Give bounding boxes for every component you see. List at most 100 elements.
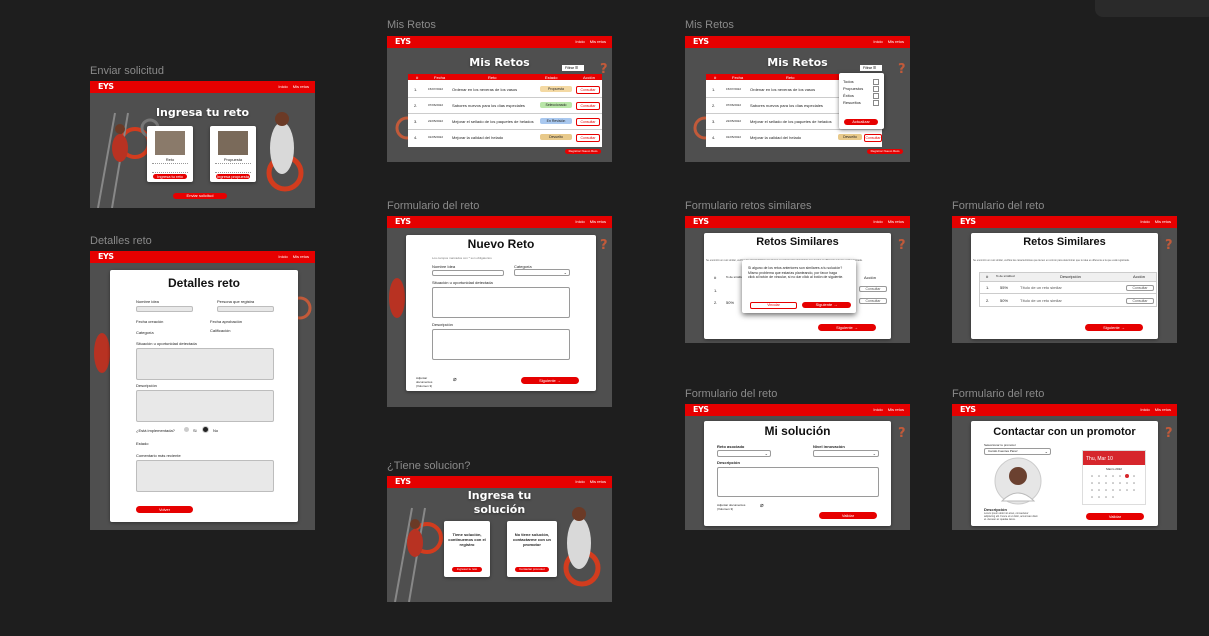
ingresa-reto-button[interactable]: Ingresa tu reto: [153, 174, 187, 179]
siguiente-button[interactable]: Siguiente →: [521, 377, 579, 384]
frame-nuevo-reto[interactable]: ? EYS Inicio Mis retos Nuevo Reto Los cam…: [387, 216, 612, 407]
nav-mis-retos-link[interactable]: Mis retos: [293, 84, 309, 89]
eys-logo[interactable]: EYS: [98, 252, 114, 261]
no-tiene-solucion-card[interactable]: No tiene solución, contactarme con un pr…: [507, 521, 557, 577]
consultar-button[interactable]: Consultar: [1126, 298, 1154, 304]
categoria-select[interactable]: ⌄: [514, 269, 570, 276]
reto-card[interactable]: Reto Ingresa tu reto: [147, 126, 193, 182]
eys-logo[interactable]: EYS: [693, 405, 709, 414]
filtrar-button[interactable]: Filtrar ☰: [860, 65, 882, 71]
situacion-textarea[interactable]: [432, 287, 570, 318]
frame-label-tiene-solucion[interactable]: ¿Tiene solucion?: [387, 460, 470, 472]
nav-mis-retos-link[interactable]: Mis retos: [590, 39, 606, 44]
reto-asociado-select[interactable]: ⌄: [717, 450, 771, 457]
frame-tiene-solucion[interactable]: EYS Inicio Mis retos Ingresa tu solución …: [387, 476, 612, 602]
paperclip-icon[interactable]: ⌀: [760, 502, 764, 509]
nav-inicio-link[interactable]: Inicio: [1140, 219, 1149, 224]
consultar-button[interactable]: Consultar: [576, 102, 600, 110]
enviar-solicitud-button[interactable]: Enviar solicitud: [173, 193, 227, 199]
ingresa-propuesta-button[interactable]: Ingresa propuesta: [216, 174, 250, 179]
nav-mis-retos-link[interactable]: Mis retos: [293, 254, 309, 259]
nav-inicio-link[interactable]: Inicio: [575, 219, 584, 224]
eys-logo[interactable]: EYS: [960, 405, 976, 414]
frame-mi-solucion[interactable]: ? EYS Inicio Mis retos Mi solución Reto a…: [685, 404, 910, 530]
filter-option-resueltos[interactable]: Resueltos: [843, 100, 861, 105]
checkbox[interactable]: [873, 86, 879, 92]
registrar-reto-button[interactable]: Registrar Nuevo Reto: [565, 149, 601, 154]
siguiente-button[interactable]: Siguiente →: [818, 324, 876, 331]
nav-inicio-link[interactable]: Inicio: [278, 254, 287, 259]
propuesta-card[interactable]: Propuesta Ingresa propuesta: [210, 126, 256, 182]
consultar-button[interactable]: Consultar: [576, 118, 600, 126]
no-radio[interactable]: [203, 427, 208, 432]
frame-retos-similares[interactable]: ? EYS Inicio Mis retos Retos Similares Se…: [952, 216, 1177, 343]
frame-enviar-solicitud[interactable]: EYS Inicio Mis retos Ingresa tu reto Reto…: [90, 81, 315, 208]
validar-button[interactable]: Validar: [819, 512, 877, 519]
eys-logo[interactable]: EYS: [395, 477, 411, 486]
descripcion-textarea[interactable]: [432, 329, 570, 360]
frame-label-formulario-1[interactable]: Formulario del reto: [387, 200, 479, 212]
nav-inicio-link[interactable]: Inicio: [575, 479, 584, 484]
frame-mis-retos-2[interactable]: ? EYS Inicio Mis retos Mis Retos # Fecha …: [685, 36, 910, 162]
nombre-idea-input[interactable]: [432, 270, 504, 276]
filtrar-button[interactable]: Filtrar ☰: [562, 65, 584, 71]
calendar-grid[interactable]: [1089, 473, 1139, 501]
consultar-button[interactable]: Consultar: [576, 134, 600, 142]
frame-label-detalles[interactable]: Detalles reto: [90, 235, 152, 247]
filter-option-propuestos[interactable]: Propuestos: [843, 86, 863, 91]
frame-label-enviar[interactable]: Enviar solicitud: [90, 65, 164, 77]
nav-mis-retos-link[interactable]: Mis retos: [888, 407, 904, 412]
frame-label-mis-retos-1[interactable]: Mis Retos: [387, 19, 436, 31]
consultar-button[interactable]: Consultar: [859, 298, 887, 304]
frame-label-formulario-3[interactable]: Formulario del reto: [685, 388, 777, 400]
nivel-innovacion-select[interactable]: ⌄: [813, 450, 879, 457]
registrar-reto-button[interactable]: Registrar Nuevo Reto: [867, 149, 903, 154]
nav-inicio-link[interactable]: Inicio: [873, 407, 882, 412]
frame-label-similares[interactable]: Formulario retos similares: [685, 200, 812, 212]
filter-option-todos[interactable]: Todos: [843, 79, 854, 84]
eys-logo[interactable]: EYS: [98, 82, 114, 91]
nav-mis-retos-link[interactable]: Mis retos: [1155, 407, 1171, 412]
selected-day[interactable]: [1125, 474, 1129, 478]
frame-label-formulario-2[interactable]: Formulario del reto: [952, 200, 1044, 212]
nav-inicio-link[interactable]: Inicio: [575, 39, 584, 44]
promotor-select[interactable]: Camilo Fuentes Pérez ⌄: [984, 448, 1051, 455]
nav-mis-retos-link[interactable]: Mis retos: [888, 39, 904, 44]
actualizar-button[interactable]: Actualizar: [844, 119, 878, 125]
eys-logo[interactable]: EYS: [693, 37, 709, 46]
consultar-button[interactable]: Consultar: [1126, 285, 1154, 291]
frame-label-formulario-4[interactable]: Formulario del reto: [952, 388, 1044, 400]
vincular-button[interactable]: Vincular: [750, 302, 797, 309]
nav-mis-retos-link[interactable]: Mis retos: [1155, 219, 1171, 224]
nav-mis-retos-link[interactable]: Mis retos: [590, 219, 606, 224]
filter-option-exitos[interactable]: Éxitos: [843, 93, 854, 98]
tiene-solucion-card[interactable]: Tiene solución, continuemos con el regis…: [444, 521, 490, 577]
siguiente-button[interactable]: Siguiente →: [1085, 324, 1143, 331]
frame-detalles-reto[interactable]: EYS Inicio Mis retos Detalles reto Nombre…: [90, 251, 315, 530]
consultar-button[interactable]: Consultar: [859, 286, 887, 292]
modal-siguiente-button[interactable]: Siguiente →: [802, 302, 851, 308]
ingresar-reto-button[interactable]: Ingresar tu reto: [452, 567, 482, 572]
eys-logo[interactable]: EYS: [693, 217, 709, 226]
paperclip-icon[interactable]: ⌀: [453, 376, 457, 383]
nav-inicio-link[interactable]: Inicio: [873, 219, 882, 224]
checkbox[interactable]: [873, 93, 879, 99]
volver-button[interactable]: Volver: [136, 506, 193, 513]
nav-mis-retos-link[interactable]: Mis retos: [590, 479, 606, 484]
nav-inicio-link[interactable]: Inicio: [1140, 407, 1149, 412]
eys-logo[interactable]: EYS: [960, 217, 976, 226]
nav-mis-retos-link[interactable]: Mis retos: [888, 219, 904, 224]
consultar-button[interactable]: Consultar: [864, 134, 882, 142]
contactar-promotor-button[interactable]: Contactar promotor: [515, 567, 549, 572]
eys-logo[interactable]: EYS: [395, 37, 411, 46]
frame-mis-retos-1[interactable]: ? EYS Inicio Mis retos Mis Retos Filtrar …: [387, 36, 612, 162]
date-picker[interactable]: Thu, Mar 10 Marzo 2022: [1082, 450, 1146, 505]
eys-logo[interactable]: EYS: [395, 217, 411, 226]
checkbox[interactable]: [873, 79, 879, 85]
nav-inicio-link[interactable]: Inicio: [873, 39, 882, 44]
si-radio[interactable]: [184, 427, 189, 432]
validar-button[interactable]: Validar: [1086, 513, 1144, 520]
checkbox[interactable]: [873, 100, 879, 106]
consultar-button[interactable]: Consultar: [576, 86, 600, 94]
nav-inicio-link[interactable]: Inicio: [278, 84, 287, 89]
